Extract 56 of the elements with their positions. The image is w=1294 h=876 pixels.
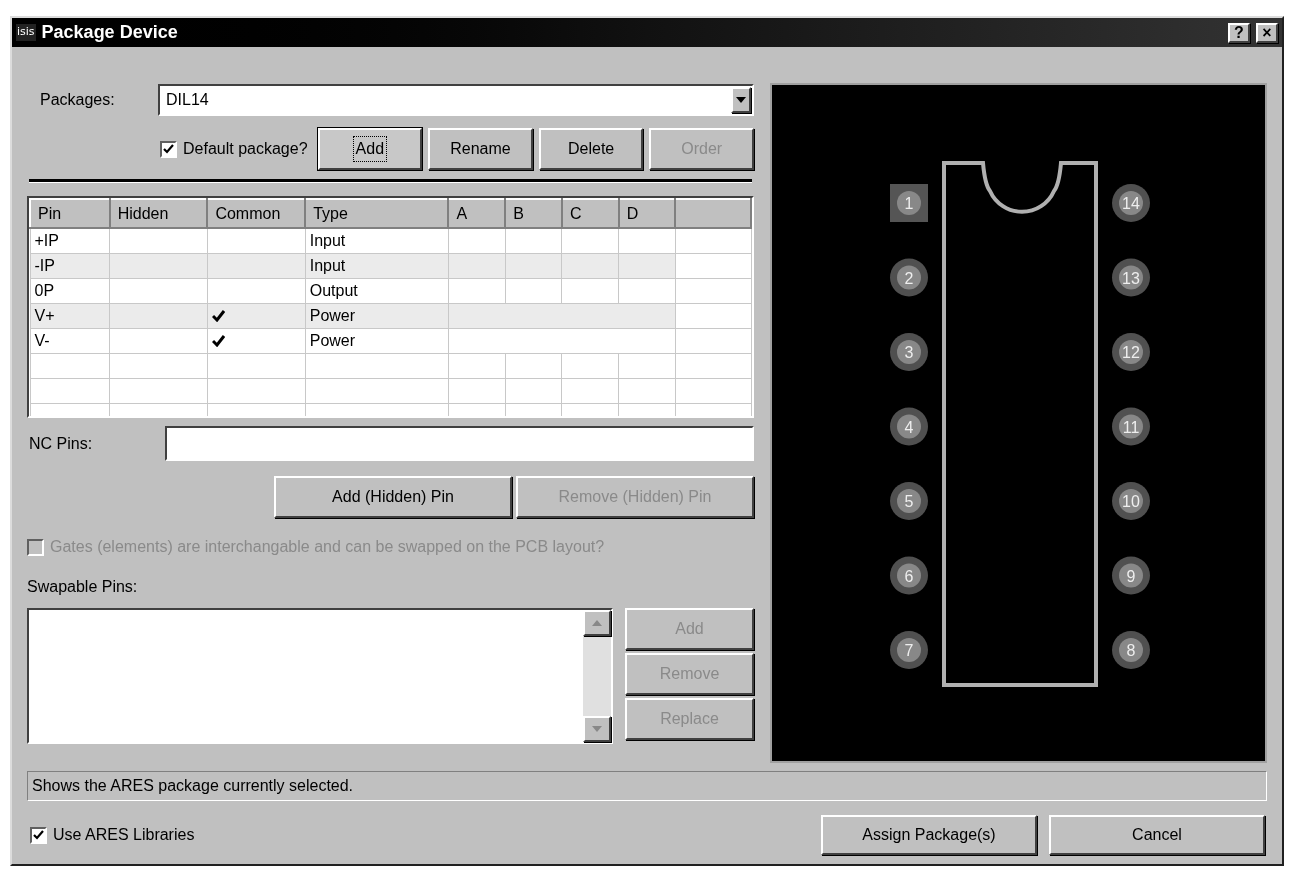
pad[interactable]: 9 [1112,556,1150,595]
table-cell: Input [305,228,449,253]
pad[interactable]: 7 [890,631,928,669]
checkbox[interactable] [160,140,177,158]
dialog-button[interactable]: Cancel [1049,815,1265,855]
scrollbar[interactable] [583,610,611,742]
pad[interactable]: 6 [890,556,928,595]
column-header[interactable]: Type [305,199,449,228]
table-cell: Output [305,278,449,303]
column-header[interactable]: B [505,199,562,228]
dialog-button[interactable]: Assign Package(s) [821,815,1037,855]
nc-pins-field[interactable] [165,426,754,461]
pin-button[interactable]: Add (Hidden) Pin [274,476,512,518]
packages-dropdown[interactable]: DIL14 [158,83,754,116]
package-button[interactable]: Delete [538,128,644,170]
pad[interactable]: 4 [890,407,928,446]
pad[interactable]: 10 [1112,482,1150,520]
pad[interactable]: 2 [890,258,928,297]
pad[interactable]: 8 [1112,631,1150,669]
pad[interactable]: 12 [1112,333,1150,371]
table-cell: +IP [30,228,110,253]
packages-label: Packages: [39,89,116,110]
swapable-pins-list[interactable] [27,608,613,744]
column-header[interactable]: A [448,199,506,228]
table-cell: V- [30,328,110,353]
column-header[interactable]: C [561,199,619,228]
table-cell: Input [305,253,449,278]
table-cell: Power [305,328,449,353]
table-cell: -IP [30,253,110,278]
scroll-up-icon[interactable] [583,610,611,636]
pad[interactable]: 5 [890,482,928,520]
use-ares-label: Use ARES Libraries [53,825,195,845]
default-package-label: Default package? [183,139,308,159]
checkbox[interactable] [30,826,47,844]
pad[interactable]: 1 [890,184,928,222]
table-cell: Power [305,303,449,328]
swapable-pins-label: Swapable Pins: [27,577,138,597]
help-button[interactable]: ? [1228,22,1250,43]
column-header[interactable]: Hidden [109,199,208,228]
scroll-down-icon[interactable] [583,716,611,742]
pad[interactable]: 14 [1112,184,1150,222]
status-bar: Shows the ARES package currently selected. [27,771,1267,801]
app-logo: isis [16,24,36,41]
table-cell: 0P [30,278,110,303]
close-button[interactable]: × [1256,22,1278,43]
package-button[interactable]: Rename [428,128,533,170]
package-button[interactable]: Add [317,128,423,170]
nc-pins-label: NC Pins: [28,433,94,454]
column-header[interactable]: Common [207,199,306,228]
column-header[interactable]: Pin [30,199,110,228]
window-title: Package Device [41,21,178,44]
pad[interactable]: 3 [890,333,928,371]
table-cell: V+ [30,303,110,328]
pad[interactable]: 11 [1112,407,1150,446]
column-header[interactable]: D [618,199,676,228]
pad[interactable]: 13 [1112,258,1150,297]
